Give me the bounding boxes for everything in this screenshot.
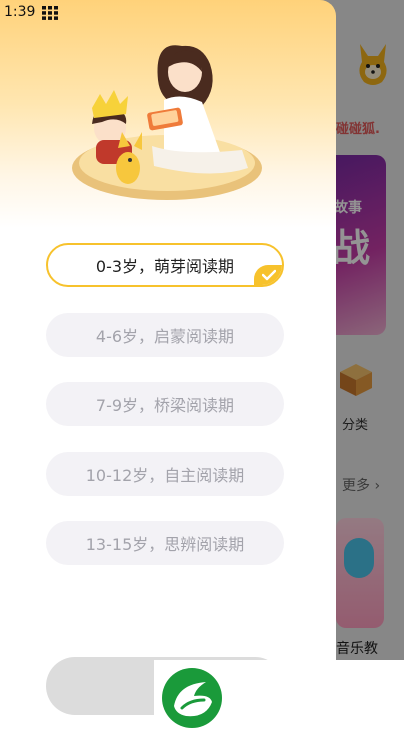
age-option-7-9[interactable]: 7-9岁，桥梁阅读期: [46, 382, 284, 426]
age-selection-drawer: 0-3岁，萌芽阅读期 4-6岁，启蒙阅读期 7-9岁，桥梁阅读期 10-12岁，…: [0, 0, 336, 736]
age-option-label: 7-9岁，桥梁阅读期: [95, 396, 235, 415]
mother-child-reading-illustration: [72, 45, 262, 200]
age-option-label: 10-12岁，自主阅读期: [85, 466, 245, 485]
age-option-4-6[interactable]: 4-6岁，启蒙阅读期: [46, 313, 284, 357]
selected-badge: [254, 265, 282, 285]
age-option-13-15[interactable]: 13-15岁，思辨阅读期: [46, 521, 284, 565]
age-option-label: 0-3岁，萌芽阅读期: [95, 257, 235, 276]
check-icon: [262, 269, 276, 281]
age-option-10-12[interactable]: 10-12岁，自主阅读期: [46, 452, 284, 496]
green-leaf-logo-icon: [162, 668, 222, 728]
age-option-label: 13-15岁，思辨阅读期: [85, 535, 245, 554]
age-option-label: 4-6岁，启蒙阅读期: [95, 327, 235, 346]
age-option-0-3[interactable]: 0-3岁，萌芽阅读期: [46, 243, 284, 287]
bottom-logo-area: [154, 660, 404, 736]
status-time: 1:39: [4, 4, 36, 20]
grid-status-icon: [42, 6, 58, 20]
